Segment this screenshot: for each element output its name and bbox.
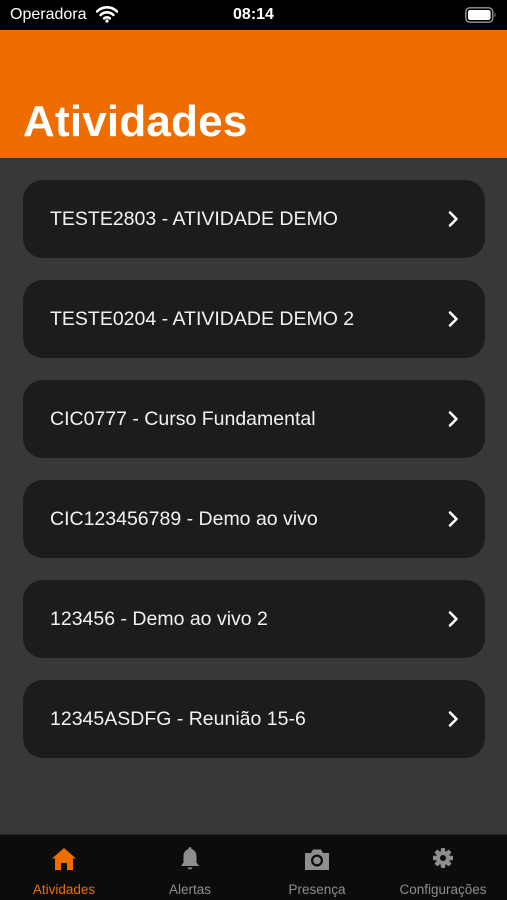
activity-label: TESTE0204 - ATIVIDADE DEMO 2: [50, 308, 355, 330]
activity-item[interactable]: TESTE2803 - ATIVIDADE DEMO: [23, 180, 485, 258]
app-header: Atividades: [0, 30, 507, 158]
activity-label: CIC0777 - Curso Fundamental: [50, 408, 316, 430]
activity-item[interactable]: 12345ASDFG - Reunião 15-6: [23, 680, 485, 758]
chevron-right-icon: [448, 511, 458, 527]
activities-content: TESTE2803 - ATIVIDADE DEMO TESTE0204 - A…: [0, 158, 507, 834]
activity-label: TESTE2803 - ATIVIDADE DEMO: [50, 208, 338, 230]
tab-label: Atividades: [32, 882, 96, 897]
tab-label: Presença: [288, 882, 346, 897]
gear-icon: [433, 848, 453, 868]
home-icon: [52, 848, 76, 870]
chevron-right-icon: [448, 611, 458, 627]
activities-list: TESTE2803 - ATIVIDADE DEMO TESTE0204 - A…: [23, 180, 485, 780]
activity-item[interactable]: 123456 - Demo ao vivo 2: [23, 580, 485, 658]
chevron-right-icon: [448, 311, 458, 327]
chevron-right-icon: [448, 411, 458, 427]
bell-icon: [181, 847, 199, 870]
activity-item[interactable]: CIC123456789 - Demo ao vivo: [23, 480, 485, 558]
tab-configuracoes[interactable]: Configurações: [380, 835, 506, 900]
chevron-right-icon: [448, 211, 458, 227]
camera-icon: [305, 849, 329, 870]
activity-item[interactable]: TESTE0204 - ATIVIDADE DEMO 2: [23, 280, 485, 358]
chevron-right-icon: [448, 711, 458, 727]
page-title: Atividades: [23, 97, 248, 146]
tab-atividades[interactable]: Atividades: [1, 835, 127, 900]
activity-item[interactable]: CIC0777 - Curso Fundamental: [23, 380, 485, 458]
tab-presenca[interactable]: Presença: [254, 835, 380, 900]
activity-label: 12345ASDFG - Reunião 15-6: [50, 708, 306, 730]
tab-label: Alertas: [168, 882, 212, 897]
activity-label: CIC123456789 - Demo ao vivo: [50, 508, 318, 530]
tab-bar: Atividades Alertas Presença Configuraçõe…: [0, 834, 507, 900]
status-bar: Operadora 08:14: [0, 0, 507, 30]
tab-label: Configurações: [399, 882, 487, 897]
activity-label: 123456 - Demo ao vivo 2: [50, 608, 268, 630]
battery-icon: [465, 7, 496, 23]
tab-alertas[interactable]: Alertas: [127, 835, 253, 900]
status-time: 08:14: [233, 6, 274, 23]
